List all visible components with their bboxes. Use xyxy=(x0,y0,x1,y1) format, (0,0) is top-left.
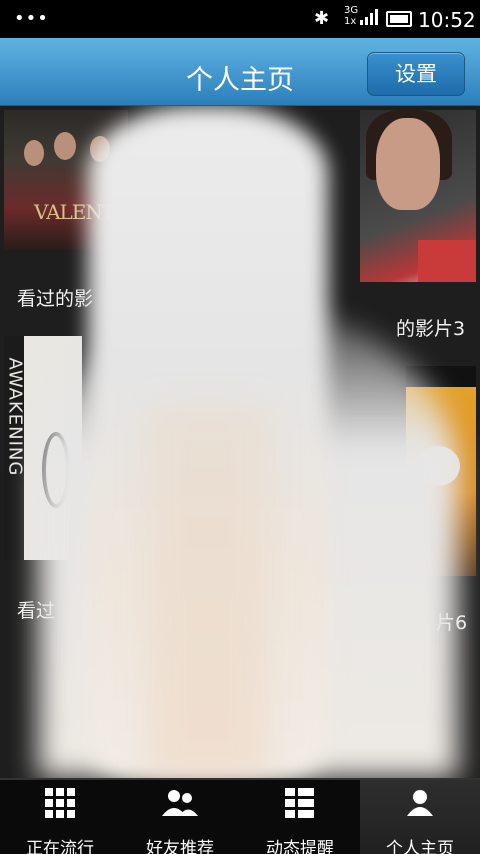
poster-title-art: VALENTINE xyxy=(34,200,128,224)
bottom-tab-bar: 正在流行 好友推荐 动态提醒 个人主页 xyxy=(0,778,480,854)
signal-icon xyxy=(360,9,378,25)
movie-poster-3[interactable] xyxy=(360,110,476,282)
tab-label: 个人主页 xyxy=(386,839,454,854)
clock: 10:52 xyxy=(418,8,476,32)
battery-icon xyxy=(386,11,412,27)
tab-label: 正在流行 xyxy=(26,839,94,854)
profile-icon xyxy=(407,790,433,816)
notification-dots-icon: ••• xyxy=(14,8,49,29)
network-type: 3G 1x xyxy=(344,5,359,27)
movie-label-3: 的影片3 xyxy=(396,318,466,340)
settings-button[interactable]: 设置 xyxy=(367,52,465,96)
tab-profile[interactable]: 个人主页 xyxy=(360,780,480,854)
movie-poster-4[interactable]: AWAKENING xyxy=(4,336,82,560)
tab-friends[interactable]: 好友推荐 xyxy=(120,780,240,854)
poster-figure xyxy=(90,136,110,162)
poster-banner xyxy=(418,240,476,282)
feed-icon xyxy=(285,788,315,818)
tab-trending[interactable]: 正在流行 xyxy=(0,780,120,854)
app-header: 个人主页 设置 xyxy=(0,38,480,106)
movie-poster-1[interactable]: VALENTINE xyxy=(4,110,128,250)
bluetooth-icon: ✱ xyxy=(314,8,330,29)
tab-label: 动态提醒 xyxy=(266,839,334,854)
tab-label: 好友推荐 xyxy=(146,839,214,854)
friends-icon xyxy=(162,790,198,816)
status-bar: ••• ✱ 3G 1x 10:52 xyxy=(0,0,480,38)
poster-title-art: AWAKENING xyxy=(4,357,26,477)
movie-label-4: 看过 xyxy=(17,600,56,622)
movie-poster-6[interactable] xyxy=(406,366,476,576)
poster-figure xyxy=(416,446,460,486)
tab-notifications[interactable]: 动态提醒 xyxy=(240,780,360,854)
noose-icon xyxy=(42,432,70,508)
movie-label-6: 片6 xyxy=(436,612,468,634)
poster-figure xyxy=(24,140,44,166)
poster-figure xyxy=(376,118,440,210)
grid-icon xyxy=(45,788,75,818)
poster-figure xyxy=(54,132,76,160)
watched-movies-grid: VALENTINE 看过的影 的影片3 AWAKENING 看过 片6 xyxy=(0,106,480,778)
movie-label-1: 看过的影 xyxy=(17,288,94,310)
